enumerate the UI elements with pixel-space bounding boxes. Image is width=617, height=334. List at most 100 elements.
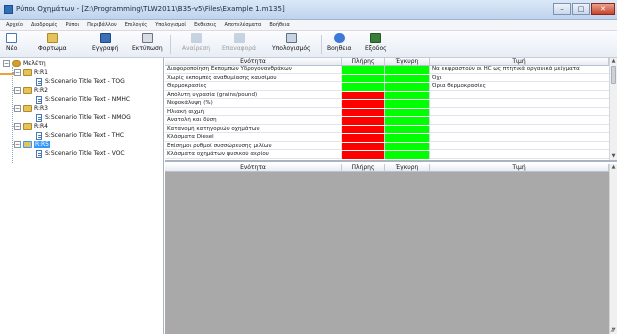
table-row[interactable]: Νεφοκάλυψη (%)	[165, 100, 609, 108]
menu-bar: Αρχείο Διαδρομές Ρύποι Περιβάλλον Επιλογ…	[0, 20, 617, 31]
collapse-icon[interactable]: −	[3, 60, 10, 67]
scroll-thumb[interactable]	[611, 66, 616, 84]
window-title: Ρύποι Οχημάτων - [Z:\Programming\TLW2011…	[16, 5, 285, 13]
tree-scenario-voc[interactable]: S:Scenario Title Text - VOC	[36, 149, 125, 158]
tree-scenario-thc[interactable]: S:Scenario Title Text - THC	[36, 131, 124, 140]
value-cell	[430, 143, 609, 151]
collapse-icon[interactable]: −	[14, 87, 21, 94]
valid-status-cell	[385, 134, 430, 142]
column-header-valid[interactable]: Έγκυρη	[385, 58, 430, 66]
column-header-valid[interactable]: Έγκυρη	[385, 164, 430, 172]
app-icon	[4, 5, 13, 14]
column-header-complete[interactable]: Πλήρης	[342, 58, 385, 66]
close-button[interactable]: ✕	[591, 3, 615, 15]
value-cell	[430, 117, 609, 125]
scroll-up-icon[interactable]: ▲	[610, 164, 617, 171]
collapse-icon[interactable]: −	[14, 141, 21, 148]
toolbar-separator	[170, 35, 171, 54]
menu-pollutants[interactable]: Ρύποι	[65, 22, 79, 28]
complete-status-cell	[342, 83, 385, 91]
collapse-icon[interactable]: −	[14, 105, 21, 112]
column-header-section[interactable]: Ενότητα	[165, 58, 342, 66]
exit-icon	[370, 33, 382, 43]
value-cell: Όχι	[432, 74, 442, 81]
help-icon	[333, 33, 345, 43]
column-header-value[interactable]: Τιμή	[430, 164, 609, 172]
table-row[interactable]: Επίσημοι ρυθμοί συσσώρευσης μιλίων	[165, 142, 609, 151]
complete-status-cell	[342, 74, 385, 82]
column-header-section[interactable]: Ενότητα	[165, 164, 342, 172]
scenario-document-icon	[36, 77, 42, 86]
print-button[interactable]: Εκτύπωση	[132, 33, 163, 56]
toolbar-separator	[321, 35, 322, 54]
maximize-button[interactable]: □	[572, 3, 590, 15]
open-button[interactable]: Φορτωμα	[38, 33, 67, 56]
undo-button[interactable]: Αναίρεση	[182, 33, 210, 56]
menu-reports[interactable]: Εκθεσεις	[194, 22, 216, 28]
vertical-scrollbar[interactable]: ▲ ▼	[609, 58, 617, 160]
calculator-icon	[285, 33, 297, 43]
table-row[interactable]: Χωρίς εκπομπές αναθυμίασης καυσίμου Όχι	[165, 74, 609, 82]
table-row[interactable]: Κλάσματα Diesel	[165, 134, 609, 142]
toolbar: Νέο Φορτωμα Εγγραφή Εκτύπωση Αναίρεση Επ…	[0, 31, 617, 58]
table-row[interactable]: Διαφοροποίηση Εκπομπών Υδρογονανθράκων Να…	[165, 66, 609, 74]
menu-results[interactable]: Αποτελέσματα	[225, 22, 262, 28]
project-tree[interactable]: − Μελέτη − R:R1 S:Scenario Title Text - …	[0, 58, 164, 334]
complete-status-cell	[342, 142, 385, 150]
section-name-cell: Θερμοκρασίες	[165, 83, 342, 91]
value-cell	[430, 126, 609, 134]
column-header-value[interactable]: Τιμή	[430, 58, 609, 66]
collapse-icon[interactable]: −	[14, 123, 21, 130]
scenario-document-icon	[36, 149, 42, 158]
table-row[interactable]: Κλάσματα οχημάτων φυσικού αερίου	[165, 151, 609, 159]
value-cell	[430, 100, 609, 108]
tree-connector	[12, 67, 13, 163]
resize-grip-icon[interactable]: ◢	[610, 327, 616, 333]
menu-file[interactable]: Αρχείο	[6, 22, 23, 28]
valid-status-cell	[385, 108, 430, 116]
table-row[interactable]: Ηλιακή αιχμή	[165, 108, 609, 116]
menu-options[interactable]: Επιλογές	[125, 22, 147, 28]
valid-status-cell	[385, 74, 430, 82]
table-row[interactable]: Ανατολή και δύση	[165, 117, 609, 125]
menu-calculations[interactable]: Υπολογισμοί	[155, 22, 186, 28]
route-folder-icon	[23, 141, 32, 148]
tree-scenario-nmog[interactable]: S:Scenario Title Text - NMOG	[36, 113, 131, 122]
table-row[interactable]: Απόλυτη υγρασία (grains/pound)	[165, 91, 609, 99]
vertical-scrollbar[interactable]: ▲ ▼	[609, 164, 617, 334]
complete-status-cell	[342, 125, 385, 133]
tree-node-r1[interactable]: − R:R1	[14, 68, 48, 77]
menu-help[interactable]: Βοήθεια	[269, 22, 289, 28]
route-folder-icon	[23, 87, 32, 94]
valid-status-cell	[385, 83, 430, 91]
tree-node-r4[interactable]: − R:R4	[14, 122, 48, 131]
sections-grid: Ενότητα Πλήρης Έγκυρη Τιμή Διαφοροποίηση…	[165, 58, 617, 162]
valid-status-cell	[385, 100, 430, 108]
redo-button[interactable]: Επαναφορά	[222, 33, 256, 56]
tree-scenario-nmhc[interactable]: S:Scenario Title Text - NMHC	[36, 95, 130, 104]
printer-icon	[141, 33, 153, 43]
table-row[interactable]: Θερμοκρασίες Όρια θερμοκρασίες	[165, 83, 609, 91]
tree-node-r2[interactable]: − R:R2	[14, 86, 48, 95]
scroll-up-icon[interactable]: ▲	[610, 58, 617, 65]
help-button[interactable]: Βοηθεια	[327, 33, 352, 56]
new-button[interactable]: Νέο	[6, 33, 17, 56]
scroll-down-icon[interactable]: ▼	[610, 153, 617, 160]
exit-button[interactable]: Εξοδος	[365, 33, 387, 56]
tree-scenario-tog[interactable]: S:Scenario Title Text - TOG	[36, 77, 125, 86]
valid-status-cell	[385, 151, 430, 159]
tree-node-r3[interactable]: − R:R3	[14, 104, 48, 113]
menu-routes[interactable]: Διαδρομές	[31, 22, 58, 28]
tree-root[interactable]: − Μελέτη	[3, 59, 46, 68]
table-row[interactable]: Κατανομή κατηγοριών οχημάτων	[165, 125, 609, 134]
save-button[interactable]: Εγγραφή	[92, 33, 118, 56]
route-folder-icon	[23, 123, 32, 130]
new-document-icon	[6, 33, 18, 43]
window-controls: – □ ✕	[553, 3, 615, 15]
collapse-icon[interactable]: −	[14, 69, 21, 76]
tree-node-r5[interactable]: − R:R5	[14, 140, 50, 149]
menu-environment[interactable]: Περιβάλλον	[87, 22, 117, 28]
calculate-button[interactable]: Υπολογισμός	[272, 33, 311, 56]
column-header-complete[interactable]: Πλήρης	[342, 164, 385, 172]
minimize-button[interactable]: –	[553, 3, 571, 15]
